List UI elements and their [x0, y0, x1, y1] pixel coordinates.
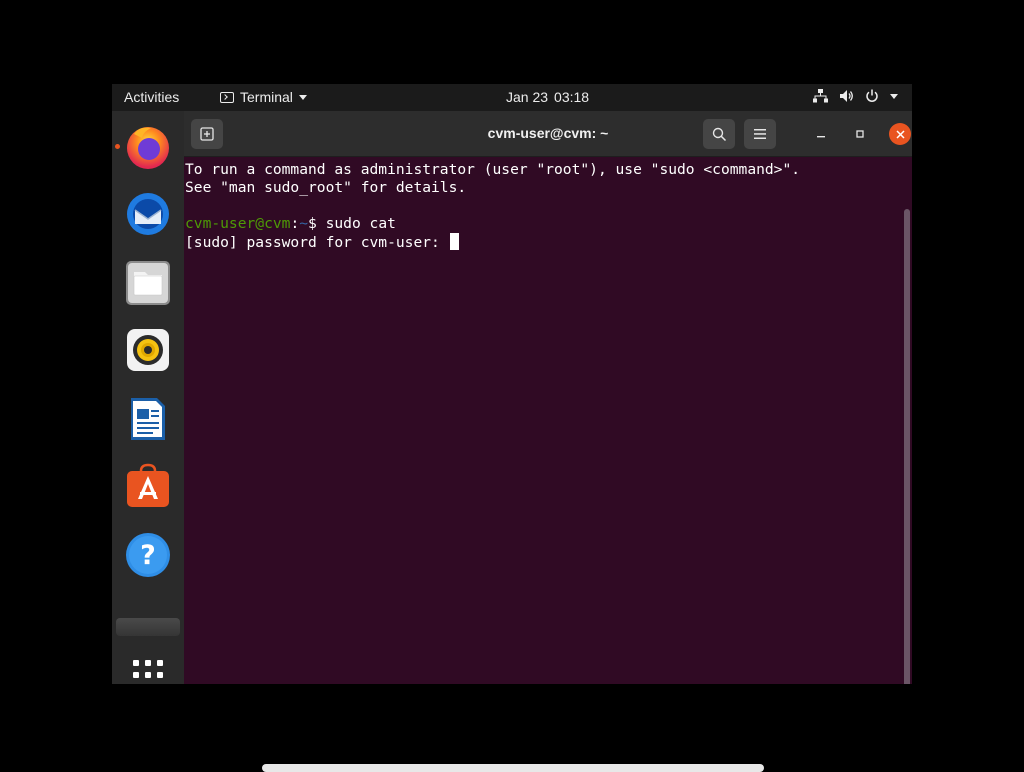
firefox-icon	[127, 127, 169, 169]
close-icon	[895, 129, 905, 139]
dock-item-ubuntu-software[interactable]	[124, 462, 172, 510]
rhythmbox-icon	[127, 329, 169, 371]
search-icon	[712, 127, 726, 141]
dock-item-files[interactable]	[124, 259, 172, 307]
bottom-edge-bar	[262, 764, 764, 772]
terminal-line: To run a command as administrator (user …	[185, 161, 801, 178]
maximize-icon	[856, 130, 864, 138]
maximize-button[interactable]	[849, 123, 871, 145]
dock-item-firefox[interactable]	[115, 123, 172, 171]
clock-time: 03:18	[554, 89, 590, 105]
text-cursor	[449, 233, 459, 250]
dock: ?	[112, 111, 184, 684]
prompt-path: ~	[299, 215, 309, 232]
thunderbird-icon	[127, 193, 169, 235]
svg-text:?: ?	[140, 540, 156, 571]
prompt-symbol: $	[308, 215, 326, 232]
new-tab-icon	[200, 127, 214, 141]
prompt-user: cvm-user@cvm	[185, 215, 291, 232]
clock[interactable]: Jan 23 03:18	[506, 89, 589, 105]
clock-date: Jan 23	[506, 89, 549, 105]
dock-item-rhythmbox[interactable]	[124, 326, 172, 374]
dock-item-writer[interactable]	[124, 395, 172, 443]
show-applications-button[interactable]	[124, 651, 172, 684]
desktop-screen: Activities Terminal Jan 23 03:18 ? cvm-u…	[112, 84, 912, 684]
dock-item-help[interactable]: ?	[124, 531, 172, 579]
dock-separator	[116, 618, 180, 636]
chevron-down-icon	[298, 94, 307, 100]
chevron-down-icon	[890, 93, 898, 99]
activities-button[interactable]: Activities	[124, 89, 179, 105]
app-grid-icon	[133, 660, 163, 678]
writer-icon	[131, 398, 165, 440]
close-button[interactable]	[889, 123, 911, 145]
top-bar: Activities Terminal Jan 23 03:18	[112, 84, 912, 111]
terminal-window: cvm-user@cvm: ~ To run a command as admi…	[184, 111, 912, 684]
running-indicator	[115, 144, 120, 149]
search-button[interactable]	[703, 119, 735, 149]
volume-icon	[840, 90, 853, 102]
menu-button[interactable]	[744, 119, 776, 149]
terminal-output[interactable]: To run a command as administrator (user …	[184, 157, 912, 684]
software-center-icon	[127, 463, 169, 507]
password-prompt-line: [sudo] password for cvm-user:	[185, 233, 459, 252]
network-icon	[813, 89, 828, 103]
terminal-app-icon	[220, 91, 234, 103]
system-tray[interactable]	[813, 89, 898, 103]
prompt-colon: :	[290, 215, 300, 232]
typed-command: sudo cat	[325, 215, 396, 232]
power-icon	[866, 89, 878, 102]
window-title: cvm-user@cvm: ~	[487, 125, 609, 141]
password-prompt: [sudo] password for cvm-user:	[185, 234, 449, 251]
app-menu-label: Terminal	[240, 89, 293, 105]
app-menu[interactable]: Terminal	[220, 89, 307, 105]
files-icon	[126, 261, 170, 305]
prompt-line: cvm-user@cvm:~$ sudo cat	[185, 215, 396, 233]
scrollbar[interactable]	[904, 209, 910, 684]
hamburger-menu-icon	[754, 129, 766, 139]
new-tab-button[interactable]	[191, 119, 223, 149]
window-headerbar[interactable]: cvm-user@cvm: ~	[184, 111, 912, 157]
minimize-button[interactable]	[810, 123, 832, 145]
help-icon: ?	[126, 533, 170, 577]
minimize-icon	[817, 136, 825, 138]
terminal-line: See "man sudo_root" for details.	[185, 179, 467, 196]
dock-item-thunderbird[interactable]	[124, 190, 172, 238]
